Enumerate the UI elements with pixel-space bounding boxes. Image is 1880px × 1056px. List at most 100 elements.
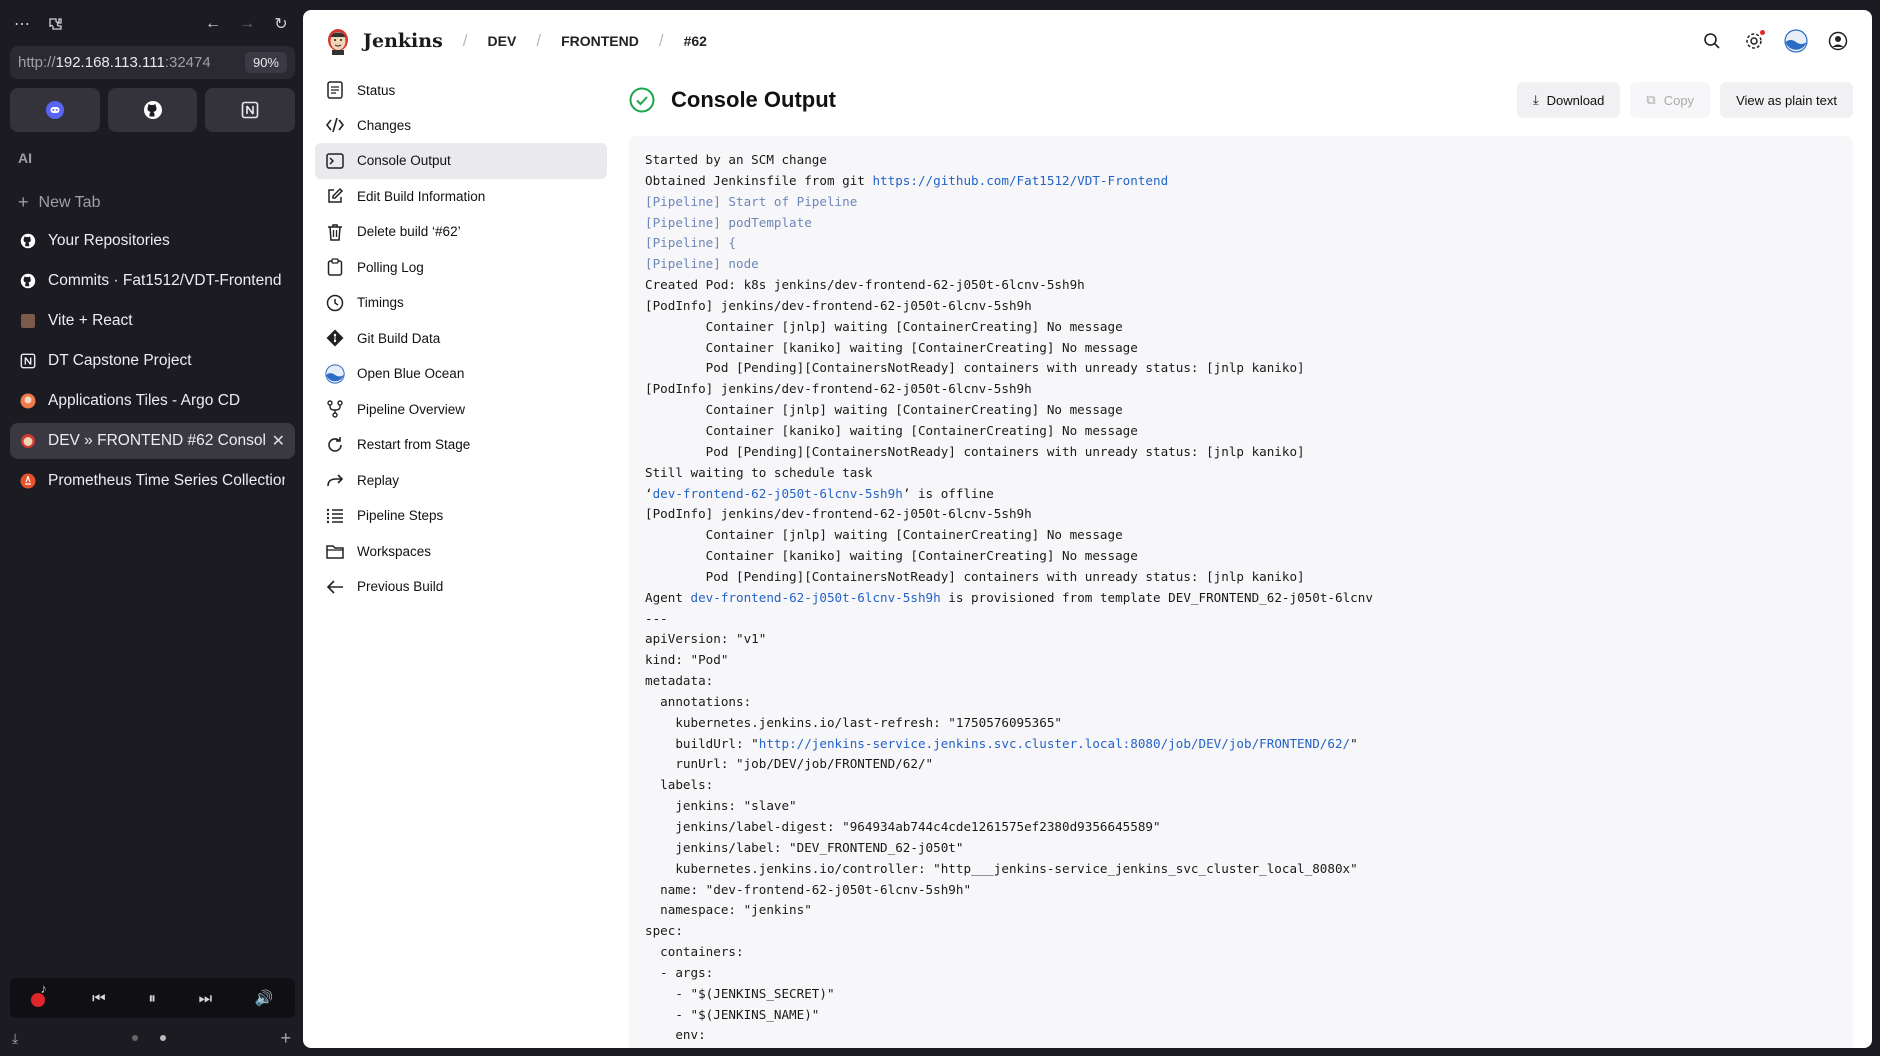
workspace-dots[interactable] xyxy=(132,1035,167,1041)
extensions-icon[interactable] xyxy=(44,12,68,36)
download-icon[interactable]: ⤓ xyxy=(12,1030,18,1047)
browser-tab[interactable]: Prometheus Time Series Collection a xyxy=(10,463,295,499)
log-line: Container [kaniko] waiting [ContainerCre… xyxy=(645,339,1138,355)
build-sidebar: Status Changes Console Output Edit Build In… xyxy=(315,72,607,605)
log-link[interactable]: http://jenkins-service.jenkins.svc.clust… xyxy=(759,736,1350,751)
blue-ocean-icon[interactable] xyxy=(1784,29,1808,53)
gear-icon[interactable] xyxy=(1742,29,1766,53)
notion-icon xyxy=(20,353,36,369)
restart-icon xyxy=(325,435,345,455)
next-track-icon[interactable]: ⏭ xyxy=(199,990,213,1007)
jenkins-logo[interactable] xyxy=(325,26,351,56)
browser-tab[interactable]: Applications Tiles - Argo CD xyxy=(10,383,295,419)
log-line: runUrl: "job/DEV/job/FRONTEND/62/" xyxy=(645,756,934,772)
log-line: jenkins/label-digest: "964934ab744c4cde1… xyxy=(645,819,1161,834)
jenkins-brand[interactable]: Jenkins xyxy=(363,30,443,52)
sidebar-item[interactable]: Polling Log xyxy=(315,249,607,285)
notion-icon xyxy=(241,101,259,119)
close-tab-icon[interactable]: ✕ xyxy=(272,431,285,451)
sidebar-item[interactable]: Restart from Stage xyxy=(315,427,607,463)
log-line: Container [kaniko] waiting [ContainerCre… xyxy=(645,548,1138,564)
log-link[interactable]: dev-frontend-62-j050t-6lcnv-5sh9h xyxy=(691,590,941,605)
browser-tab[interactable]: DEV » FRONTEND #62 Console ✕ xyxy=(10,423,295,459)
browser-tab[interactable]: Vite + React xyxy=(10,303,295,339)
view-plain-text-button[interactable]: View as plain text xyxy=(1720,82,1853,118)
browser-tab[interactable]: DT Capstone Project xyxy=(10,343,295,379)
sidebar-item-label: Pipeline Overview xyxy=(357,401,466,417)
zoom-level[interactable]: 90% xyxy=(244,52,287,73)
clipboard-icon xyxy=(325,257,345,277)
git-icon xyxy=(325,328,345,348)
browser-tab[interactable]: Your Repositories xyxy=(10,223,295,259)
jenkins-icon xyxy=(20,433,36,449)
breadcrumb-build[interactable]: #62 xyxy=(684,33,707,49)
breadcrumb-separator: / xyxy=(658,31,664,50)
pinned-github[interactable] xyxy=(107,88,198,132)
log-line: buildUrl: "http://jenkins-service.jenkin… xyxy=(645,735,1358,751)
new-tab-button[interactable]: + New Tab xyxy=(18,192,100,213)
sidebar-item[interactable]: Git Build Data xyxy=(315,320,607,356)
folder-icon xyxy=(325,541,345,561)
sidebar-item-label: Delete build ‘#62’ xyxy=(357,224,461,239)
breadcrumb-dev[interactable]: DEV xyxy=(488,33,517,49)
log-link[interactable]: https://github.com/Fat1512/VDT-Frontend xyxy=(872,173,1168,188)
user-account-icon[interactable] xyxy=(1826,29,1850,53)
pinned-discord[interactable] xyxy=(10,88,100,132)
url-bar[interactable]: http://192.168.113.111:32474 90% xyxy=(10,46,295,79)
sidebar-item[interactable]: Console Output xyxy=(315,142,607,179)
sidebar-item[interactable]: Edit Build Information xyxy=(315,178,607,214)
tab-list: Your Repositories Commits · Fat1512/VDT-F… xyxy=(10,223,295,503)
forward-icon[interactable]: → xyxy=(235,12,259,36)
more-icon[interactable]: ⋯ xyxy=(10,12,34,36)
url-text: http://192.168.113.111:32474 xyxy=(18,54,211,71)
plus-icon: + xyxy=(18,192,29,212)
log-link[interactable]: dev-frontend-62-j050t-6lcnv-5sh9h xyxy=(653,486,903,501)
previous-track-icon[interactable]: ⏮ xyxy=(92,990,106,1007)
copy-button[interactable]: ⧉ Copy xyxy=(1630,82,1711,118)
media-player: ♪ ⏮ ⏸ ⏭ 🔊 xyxy=(10,978,295,1018)
log-line: Still waiting to schedule task xyxy=(645,464,873,480)
add-icon[interactable]: + xyxy=(280,1028,291,1049)
section-label: AI xyxy=(18,150,32,166)
reload-icon[interactable]: ↻ xyxy=(269,12,293,36)
pause-icon[interactable]: ⏸ xyxy=(148,990,156,1007)
sidebar-item[interactable]: Replay xyxy=(315,462,607,498)
log-line: Container [jnlp] waiting [ContainerCreat… xyxy=(645,318,1123,334)
breadcrumb-frontend[interactable]: FRONTEND xyxy=(561,33,639,49)
trash-icon xyxy=(325,222,345,242)
pinned-notion[interactable] xyxy=(205,88,296,132)
sidebar-item[interactable]: Status xyxy=(315,72,607,108)
log-line: [Pipeline] node xyxy=(645,256,759,272)
arrow-left-icon xyxy=(325,577,345,597)
sidebar-item[interactable]: Previous Build xyxy=(315,569,607,605)
tab-title: Prometheus Time Series Collection a xyxy=(48,472,285,489)
sidebar-item[interactable]: Pipeline Steps xyxy=(315,498,607,534)
sidebar-item-label: Timings xyxy=(357,295,404,310)
log-line: [Pipeline] { xyxy=(645,235,736,251)
download-button[interactable]: ⤓ Download xyxy=(1516,82,1621,118)
log-line: [PodInfo] jenkins/dev-frontend-62-j050t-… xyxy=(645,297,1032,313)
sidebar-item[interactable]: Pipeline Overview xyxy=(315,391,607,427)
sidebar-item-label: Pipeline Steps xyxy=(357,508,444,523)
log-line: - "$(JENKINS_SECRET)" xyxy=(645,985,835,1001)
browser-tab[interactable]: Commits · Fat1512/VDT-Frontend xyxy=(10,263,295,299)
view-plain-text-label: View as plain text xyxy=(1736,92,1837,108)
log-line: env: xyxy=(645,1027,706,1043)
console-text: Started by an SCM change Obtained Jenkin… xyxy=(645,150,1837,1048)
sidebar-item[interactable]: Delete build ‘#62’ xyxy=(315,214,607,250)
sidebar-item[interactable]: Workspaces xyxy=(315,533,607,569)
sidebar-item-label: Edit Build Information xyxy=(357,188,486,204)
tab-title: DEV » FRONTEND #62 Console xyxy=(48,432,266,449)
github-icon xyxy=(20,233,36,249)
log-line: [Pipeline] podTemplate xyxy=(645,214,812,230)
log-line: Container [jnlp] waiting [ContainerCreat… xyxy=(645,527,1123,543)
sidebar-item[interactable]: Changes xyxy=(315,107,607,143)
github-icon xyxy=(143,101,162,119)
search-icon[interactable] xyxy=(1700,29,1724,53)
sidebar-item[interactable]: Timings xyxy=(315,285,607,321)
tab-title: Your Repositories xyxy=(48,232,170,249)
sidebar-item[interactable]: Open Blue Ocean xyxy=(315,356,607,392)
log-line: - args: xyxy=(645,964,714,980)
back-icon[interactable]: ← xyxy=(201,12,225,36)
volume-icon[interactable]: 🔊 xyxy=(255,989,274,1007)
